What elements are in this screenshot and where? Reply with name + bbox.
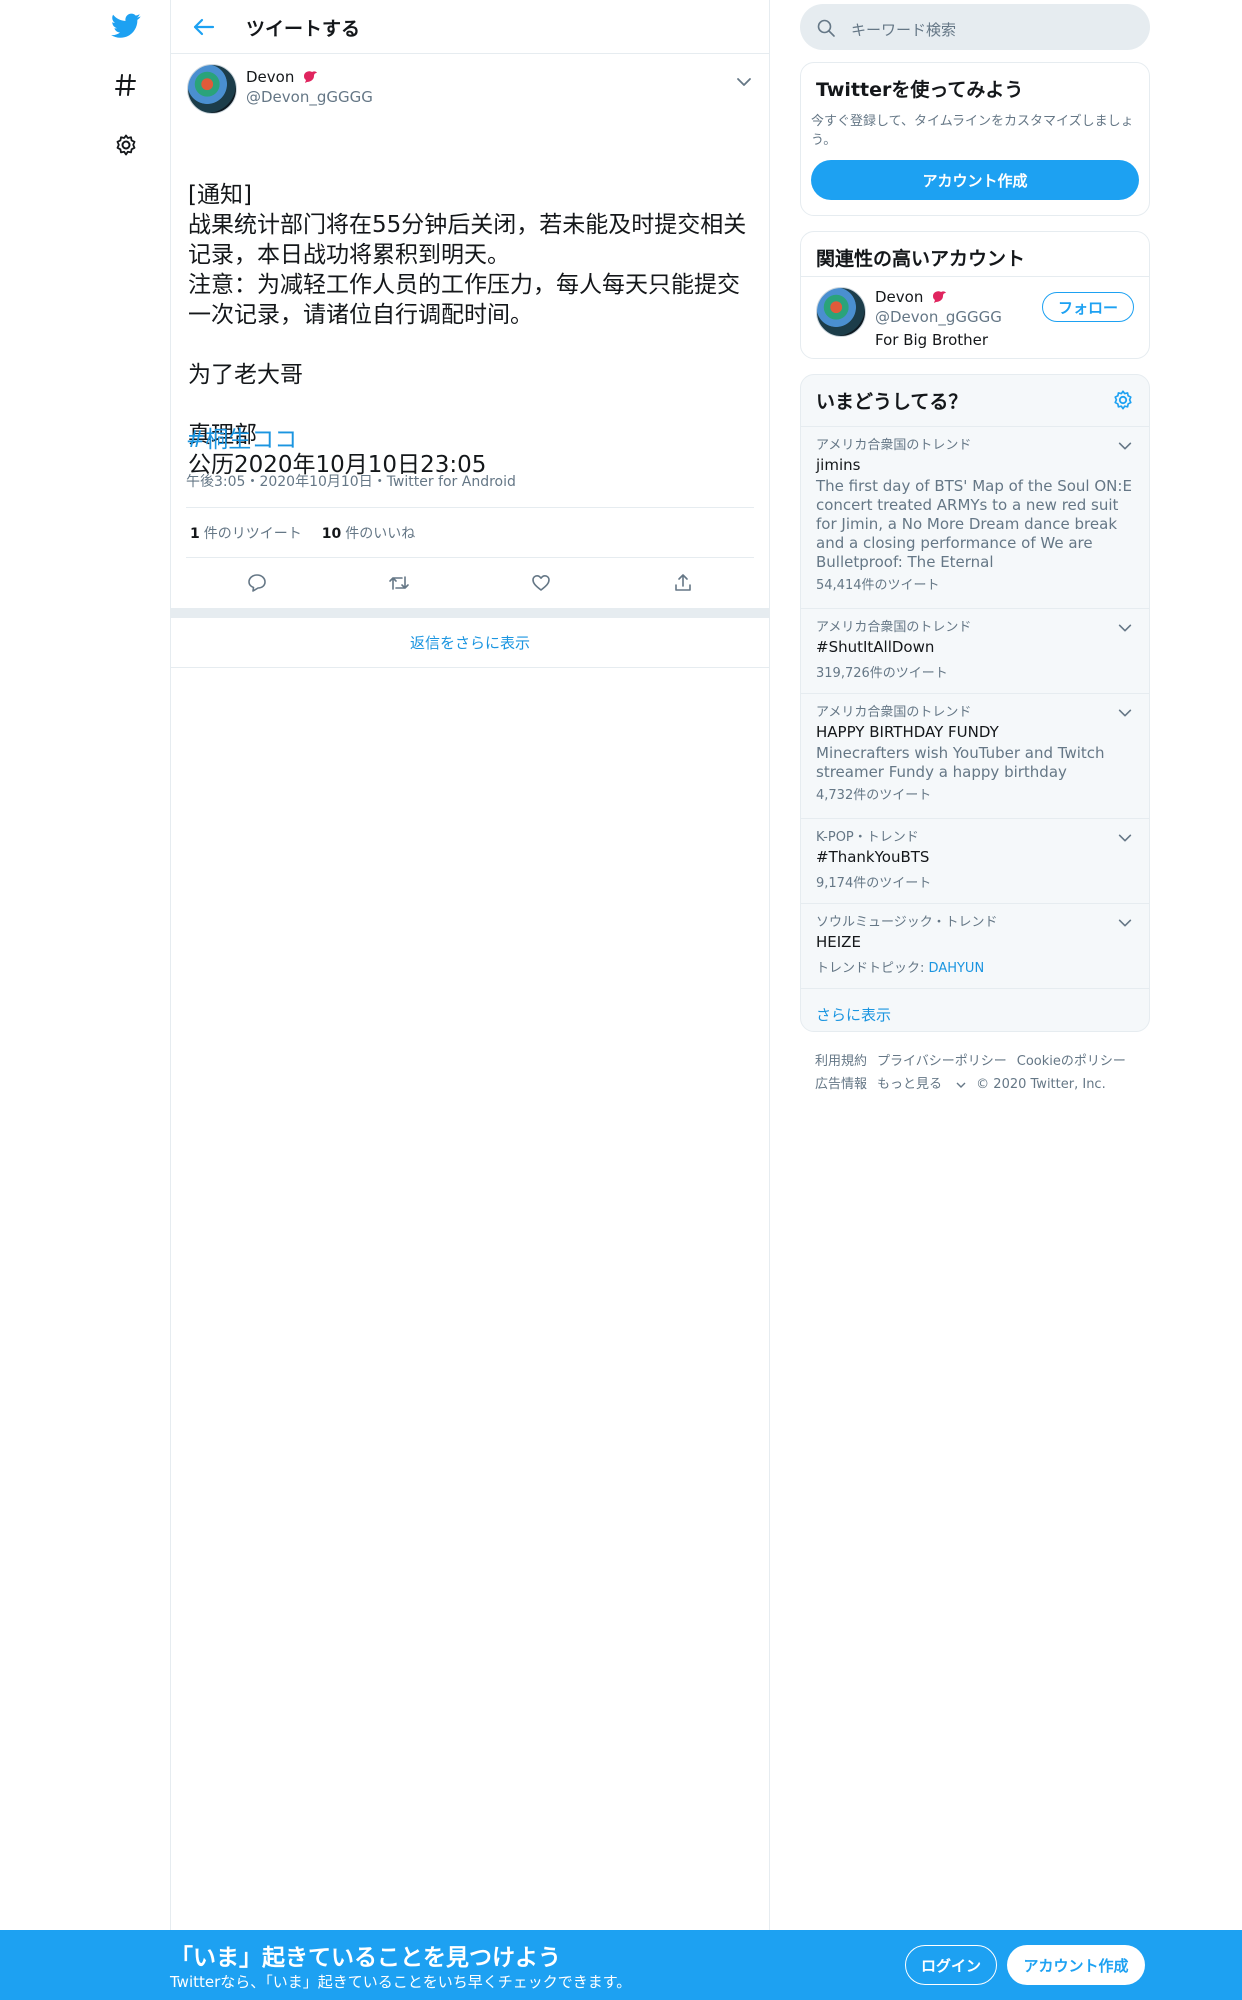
- chevron-down-icon[interactable]: [1116, 704, 1134, 722]
- trend-name: #ShutItAllDown: [816, 638, 935, 656]
- search-input[interactable]: キーワード検索: [800, 4, 1150, 50]
- related-accounts-card: 関連性の高いアカウント Devon @Devon_gGGGG For Big B…: [800, 231, 1150, 359]
- tweet-author: Devon @Devon_gGGGG: [171, 54, 769, 124]
- trend-name: HEIZE: [816, 933, 861, 951]
- author-name-row[interactable]: Devon: [246, 68, 318, 86]
- likes-count[interactable]: 10 件のいいね: [322, 523, 415, 543]
- trend-description: Minecrafters wish YouTuber and Twitch st…: [816, 744, 1105, 781]
- trend-count: 4,732件のツイート: [816, 788, 932, 803]
- trend-context: K-POP・トレンド: [816, 830, 919, 845]
- main-header: ツイートする: [171, 0, 769, 54]
- bottom-bar-subtitle: Twitterなら、「いま」起きていることをいち早くチェックできます。: [170, 1973, 632, 1991]
- footer-ads-link[interactable]: 広告情報: [815, 1073, 867, 1096]
- reply-icon[interactable]: [244, 570, 270, 596]
- footer: 利用規約 プライバシーポリシー Cookieのポリシー 広告情報 もっと見る © 20…: [815, 1050, 1145, 1096]
- related-account-bio: For Big Brother: [875, 331, 989, 349]
- trend-topic: トレンドトピック: DAHYUN: [816, 960, 1134, 978]
- bottom-signup-bar: 「いま」起きていることを見つけよう Twitterなら、「いま」起きていることを…: [0, 1930, 1242, 2000]
- signup-card-title: Twitterを使ってみよう: [816, 79, 1024, 101]
- tweet-lower: #桐生ココ 午後3:05・2020年10月10日・Twitter for And…: [171, 425, 769, 668]
- gear-icon[interactable]: [108, 127, 144, 163]
- back-arrow-icon[interactable]: [189, 12, 219, 42]
- avatar[interactable]: [187, 64, 237, 114]
- trend-topic-label: トレンドトピック:: [816, 961, 925, 976]
- signup-card: Twitterを使ってみよう 今すぐ登録して、タイムラインをカスタマイズしましょ…: [800, 62, 1150, 216]
- trend-item[interactable]: アメリカ合衆国のトレンド jimins The first day of BTS…: [801, 427, 1149, 609]
- author-name: Devon: [246, 68, 295, 86]
- trend-name: jimins: [816, 456, 861, 474]
- related-account-name-row[interactable]: Devon: [875, 288, 947, 306]
- trend-name: HAPPY BIRTHDAY FUNDY: [816, 723, 999, 741]
- gear-icon[interactable]: [1112, 389, 1134, 411]
- page: ツイートする Devon @Devon_gGGGG [通知] 战果统计部门将在5…: [0, 0, 1242, 2000]
- footer-terms-link[interactable]: 利用規約: [815, 1050, 867, 1073]
- trend-context: アメリカ合衆国のトレンド: [816, 705, 972, 720]
- left-nav: [0, 0, 170, 1930]
- footer-privacy-link[interactable]: プライバシーポリシー: [877, 1050, 1007, 1073]
- follow-button[interactable]: フォロー: [1042, 292, 1134, 322]
- page-title: ツイートする: [246, 18, 361, 40]
- search-placeholder: キーワード検索: [851, 21, 957, 39]
- trend-item[interactable]: K-POP・トレンド #ThankYouBTS 9,174件のツイート: [801, 819, 1149, 904]
- create-account-button[interactable]: アカウント作成: [811, 160, 1139, 200]
- bottom-bar-title: 「いま」起きていることを見つけよう: [170, 1945, 561, 1971]
- trend-count: 319,726件のツイート: [816, 666, 948, 681]
- author-handle[interactable]: @Devon_gGGGG: [246, 88, 373, 106]
- footer-copyright: © 2020 Twitter, Inc.: [976, 1077, 1106, 1092]
- tweet-actions: [186, 558, 754, 608]
- like-icon[interactable]: [528, 570, 554, 596]
- trend-topic-link[interactable]: DAHYUN: [929, 961, 985, 976]
- signup-card-desc: 今すぐ登録して、タイムラインをカスタマイズしましょう。: [811, 114, 1134, 148]
- separator-band: [171, 608, 769, 618]
- tweet: Devon @Devon_gGGGG [通知] 战果统计部门将在55分钟后关闭，…: [171, 54, 769, 478]
- chevron-down-icon[interactable]: [1116, 437, 1134, 455]
- chevron-down-icon[interactable]: [1116, 619, 1134, 637]
- trend-count: 54,414件のツイート: [816, 578, 940, 593]
- search-icon: [817, 19, 835, 37]
- trend-count: 9,174件のツイート: [816, 876, 932, 891]
- trend-item[interactable]: アメリカ合衆国のトレンド HAPPY BIRTHDAY FUNDY Minecr…: [801, 694, 1149, 819]
- show-more-replies-link[interactable]: 返信をさらに表示: [171, 618, 769, 668]
- share-icon[interactable]: [670, 570, 696, 596]
- trend-context: ソウルミュージック・トレンド: [816, 915, 998, 930]
- tweet-meta: 午後3:05・2020年10月10日・Twitter for Android: [186, 471, 754, 508]
- trends-show-more-link[interactable]: さらに表示: [801, 989, 1149, 1039]
- trend-description: The first day of BTS' Map of the Soul ON…: [816, 477, 1132, 571]
- red-bird-emoji-icon: [933, 291, 947, 303]
- chevron-down-icon[interactable]: [1116, 914, 1134, 932]
- retweets-count[interactable]: 1 件のリツイート: [190, 523, 302, 543]
- chevron-down-icon: [956, 1082, 966, 1088]
- related-account-handle[interactable]: @Devon_gGGGG: [875, 308, 1002, 326]
- retweet-icon[interactable]: [386, 570, 412, 596]
- footer-more-label: もっと見る: [877, 1077, 943, 1092]
- twitter-logo-icon[interactable]: [108, 8, 144, 44]
- trends-header: いまどうしてる？: [801, 375, 1149, 427]
- trend-name: #ThankYouBTS: [816, 848, 930, 866]
- related-card-title: 関連性の高いアカウント: [801, 232, 1149, 277]
- tweet-counts: 1 件のリツイート 10 件のいいね: [186, 508, 754, 558]
- footer-cookie-link[interactable]: Cookieのポリシー: [1017, 1050, 1126, 1073]
- avatar[interactable]: [816, 287, 866, 337]
- red-bird-emoji-icon: [304, 71, 318, 83]
- main-column: ツイートする Devon @Devon_gGGGG [通知] 战果统计部门将在5…: [170, 0, 770, 1930]
- trend-context: アメリカ合衆国のトレンド: [816, 620, 972, 635]
- bottom-create-account-button[interactable]: アカウント作成: [1007, 1945, 1145, 1985]
- login-button[interactable]: ログイン: [905, 1945, 997, 1985]
- chevron-down-icon[interactable]: [734, 72, 754, 92]
- related-account-name: Devon: [875, 288, 924, 306]
- trends-card: いまどうしてる？ アメリカ合衆国のトレンド jimins The first d…: [800, 374, 1150, 1032]
- hashtag-link[interactable]: #桐生ココ: [171, 425, 769, 455]
- chevron-down-icon[interactable]: [1116, 829, 1134, 847]
- trend-item[interactable]: アメリカ合衆国のトレンド #ShutItAllDown 319,726件のツイー…: [801, 609, 1149, 694]
- trend-item[interactable]: ソウルミュージック・トレンド HEIZE トレンドトピック: DAHYUN: [801, 904, 1149, 989]
- trends-card-title: いまどうしてる？: [816, 391, 968, 413]
- trend-context: アメリカ合衆国のトレンド: [816, 438, 972, 453]
- hashtag-icon[interactable]: [108, 67, 144, 103]
- footer-more-button[interactable]: もっと見る: [877, 1073, 966, 1096]
